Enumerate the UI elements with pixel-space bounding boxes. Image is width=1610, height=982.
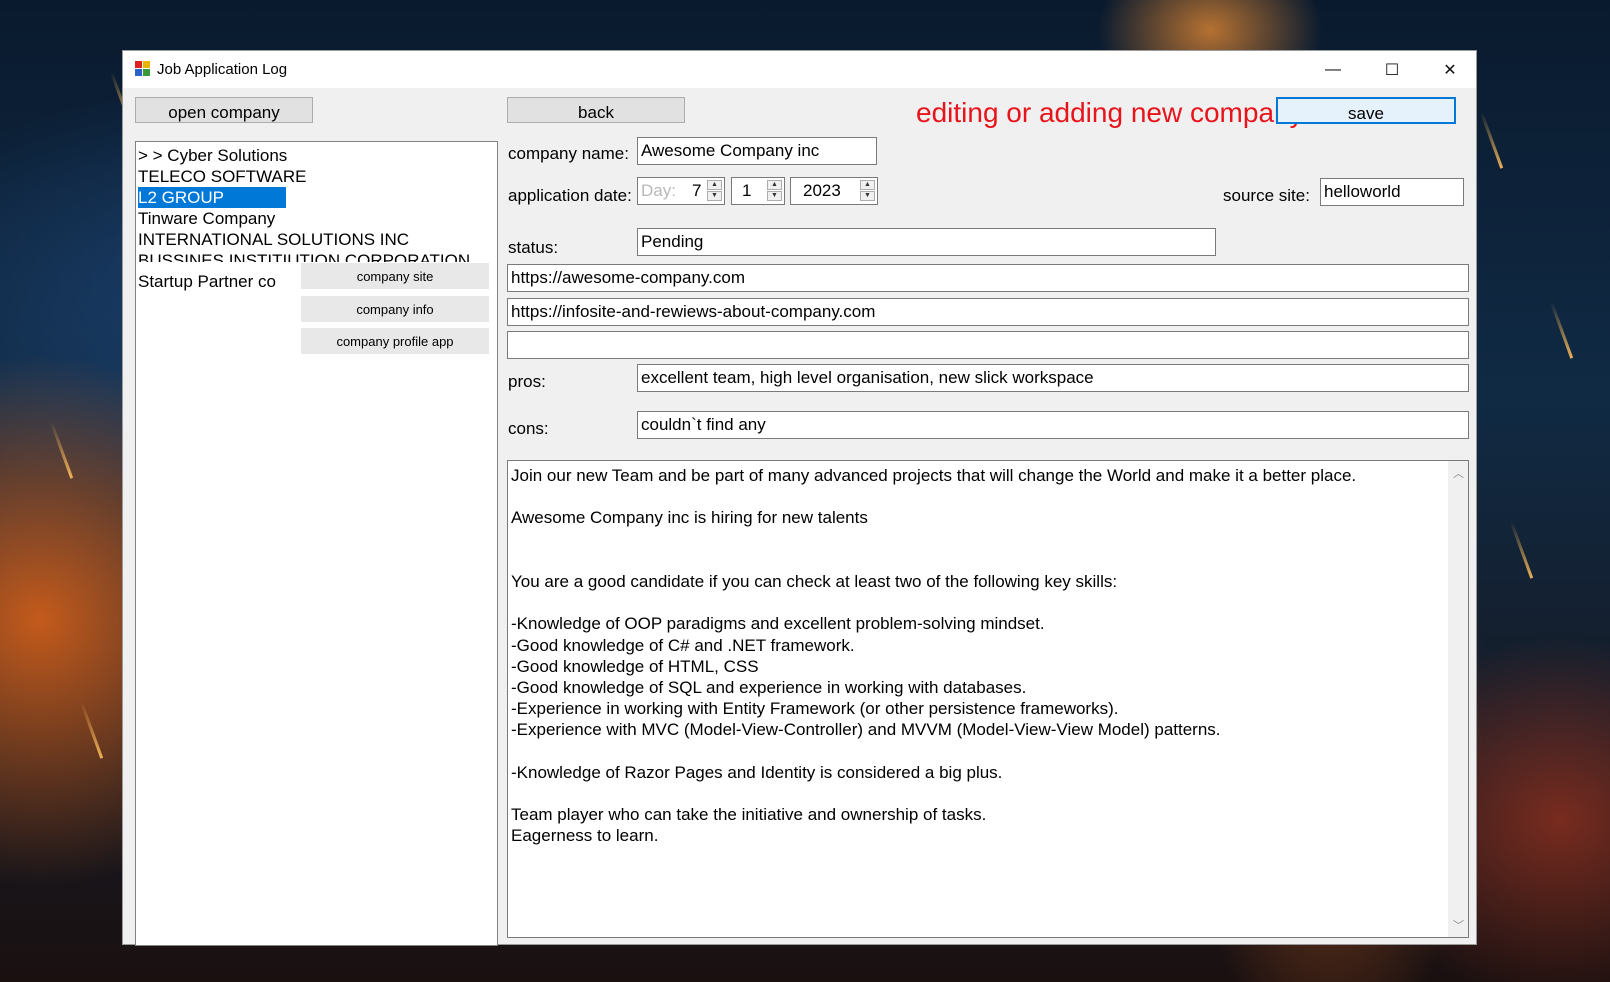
spin-up-icon: ▲ [860,180,875,190]
pros-field[interactable]: excellent team, high level organisation,… [637,364,1469,392]
company-name-field[interactable]: Awesome Company inc [637,137,877,165]
maximize-icon: ☐ [1384,61,1400,79]
description-line: -Experience with MVC (Model-View-Control… [511,720,1221,740]
description-textarea[interactable]: Join our new Team and be part of many ad… [507,460,1469,938]
wallpaper-streak [1479,111,1504,169]
spin-down-icon: ▼ [767,191,782,201]
description-line: You are a good candidate if you can chec… [511,571,1118,591]
cons-label: cons: [508,419,549,438]
minimize-button[interactable]: — [1304,51,1362,88]
list-item[interactable]: BUSSINES INSTITIUTION CORPORATION [138,250,470,262]
spin-up-icon: ▲ [707,180,722,190]
window-title: Job Application Log [157,61,288,78]
company-profile-app-url-field[interactable] [507,331,1469,359]
wallpaper-streak [1509,521,1534,579]
list-item[interactable]: INTERNATIONAL SOLUTIONS INC [138,229,409,250]
description-line: Eagerness to learn. [511,826,659,846]
company-site-button-label: company site [356,268,434,284]
close-button[interactable]: ✕ [1421,51,1479,88]
description-line: -Knowledge of OOP paradigms and excellen… [511,614,1045,634]
day-value: 7 [692,181,702,200]
page-heading: editing or adding new company [916,97,1304,128]
list-item-selected[interactable]: L2 GROUP [138,187,286,208]
wallpaper-streak [79,701,104,759]
year-spinner[interactable]: ▲ ▼ [860,180,875,202]
scroll-up-icon[interactable]: ︿ [1453,465,1464,481]
day-spinner[interactable]: ▲ ▼ [707,180,722,202]
save-button-label: save [1348,103,1384,123]
list-item[interactable]: TELECO SOFTWARE [138,166,306,187]
description-line [511,740,1356,761]
close-icon: ✕ [1443,61,1457,79]
status-label: status: [508,238,559,257]
description-line: Awesome Company inc is hiring for new ta… [511,508,868,528]
status-field[interactable]: Pending [637,228,1216,256]
description-line: -Good knowledge of HTML, CSS [511,656,759,676]
day-placeholder: Day: [641,181,676,200]
open-company-button-label: open company [168,103,280,122]
source-site-label: source site: [1223,186,1310,205]
cons-field[interactable]: couldn`t find any [637,411,1469,439]
description-line [511,592,1356,613]
description-line [511,486,1356,507]
month-value: 1 [742,181,752,200]
company-info-button-label: company info [356,301,434,317]
back-button[interactable]: back [507,97,685,123]
description-line: -Experience in working with Entity Frame… [511,699,1119,719]
spin-down-icon: ▼ [860,191,875,201]
back-button-label: back [578,103,614,122]
description-line [511,550,1356,571]
app-icon [135,61,151,77]
company-profile-app-button[interactable]: company profile app [301,328,489,354]
wallpaper-streak [49,421,74,479]
company-info-url-field[interactable]: https://infosite-and-rewiews-about-compa… [507,298,1469,326]
company-site-url-field[interactable]: https://awesome-company.com [507,264,1469,292]
save-button[interactable]: save [1276,97,1456,124]
scroll-down-icon[interactable]: ﹀ [1453,917,1464,933]
month-picker[interactable]: 1 ▲ ▼ [731,177,785,205]
company-profile-app-button-label: company profile app [336,333,454,349]
description-line: -Knowledge of Razor Pages and Identity i… [511,762,1003,782]
title-bar[interactable]: Job Application Log — ☐ ✕ [123,51,1476,88]
description-line: -Good knowledge of SQL and experience in… [511,677,1027,697]
minimize-icon: — [1325,60,1341,78]
year-picker[interactable]: 2023 ▲ ▼ [790,177,878,205]
company-list[interactable]: > > Cyber Solutions TELECO SOFTWARE L2 G… [135,141,498,946]
app-window: Job Application Log — ☐ ✕ open company b… [122,50,1477,946]
year-value: 2023 [803,181,841,200]
description-line: Join our new Team and be part of many ad… [511,466,1357,485]
list-item[interactable]: > > Cyber Solutions [138,145,287,166]
company-site-button[interactable]: company site [301,263,489,289]
wallpaper-streak [1549,301,1574,359]
open-company-button[interactable]: open company [135,97,313,123]
company-name-label: company name: [508,144,629,163]
description-line [511,529,1356,550]
source-site-field[interactable]: helloworld [1320,178,1464,206]
month-spinner[interactable]: ▲ ▼ [767,180,782,202]
list-item[interactable]: Startup Partner co [138,271,276,292]
description-line: Team player who can take the initiative … [511,805,987,824]
maximize-button[interactable]: ☐ [1363,51,1421,88]
description-line [511,783,1356,804]
company-info-button[interactable]: company info [301,296,489,322]
pros-label: pros: [508,372,546,391]
description-text: Join our new Team and be part of many ad… [511,465,1356,846]
spin-down-icon: ▼ [707,191,722,201]
spin-up-icon: ▲ [767,180,782,190]
list-item[interactable]: Tinware Company [138,208,275,229]
application-date-label: application date: [508,186,632,205]
description-scrollbar[interactable]: ︿ ﹀ [1448,461,1468,937]
day-picker[interactable]: Day: 7 ▲ ▼ [637,177,725,205]
description-line: -Good knowledge of C# and .NET framework… [511,635,855,655]
